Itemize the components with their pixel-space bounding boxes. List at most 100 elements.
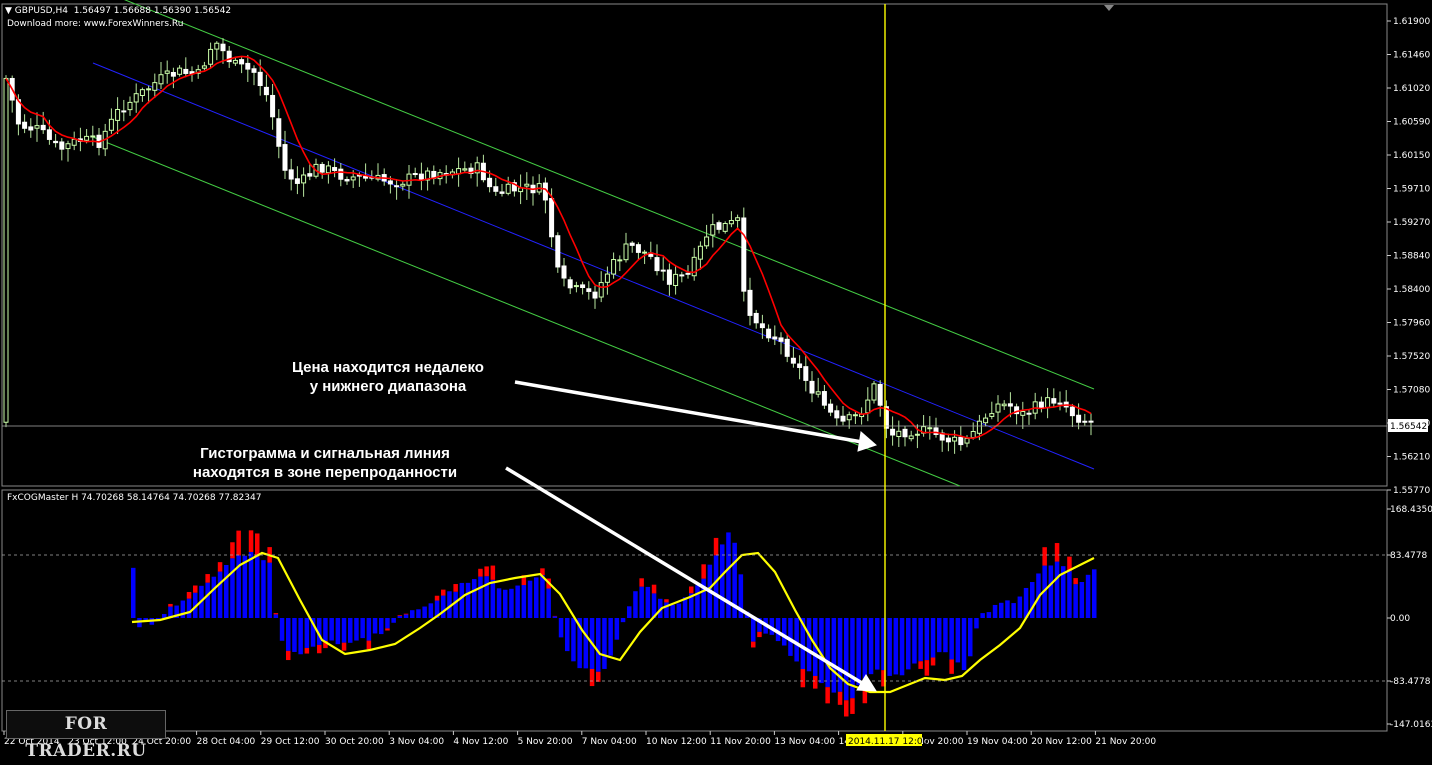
bull-candle bbox=[202, 66, 206, 68]
price-annotation: Цена находится недалеко у нижнего диапаз… bbox=[262, 358, 514, 396]
histogram-bar bbox=[720, 544, 725, 618]
histogram-bar-red bbox=[714, 538, 719, 555]
histogram-bar bbox=[553, 616, 558, 618]
bull-candle bbox=[866, 400, 870, 413]
dropdown-triangle-icon[interactable]: ▼ bbox=[5, 6, 12, 16]
bull-candle bbox=[525, 184, 529, 186]
histogram-bar-red bbox=[801, 669, 806, 687]
price-tick-label: 1.58840 bbox=[1393, 252, 1430, 262]
bear-candle bbox=[295, 179, 299, 184]
bear-candle bbox=[593, 292, 597, 298]
bear-candle bbox=[122, 111, 126, 112]
histogram-bar bbox=[844, 618, 849, 700]
bear-candle bbox=[264, 87, 268, 94]
price-tick-label: 1.57520 bbox=[1393, 352, 1430, 362]
histogram-bar bbox=[596, 618, 601, 672]
ohlc-values: 1.56497 1.56688 1.56390 1.56542 bbox=[74, 6, 231, 16]
bull-candle bbox=[159, 75, 163, 84]
histogram-bar-red bbox=[230, 542, 235, 558]
bear-candle bbox=[221, 44, 225, 50]
histogram-bar-red bbox=[850, 698, 855, 714]
time-tick-label: 10 Nov 12:00 bbox=[646, 737, 707, 747]
histogram-bar bbox=[875, 618, 880, 670]
histogram-bar bbox=[869, 618, 874, 674]
histogram-bar bbox=[460, 583, 465, 618]
bear-candle bbox=[240, 60, 244, 64]
histogram-bar-red bbox=[838, 692, 843, 705]
histogram-bar bbox=[670, 605, 675, 618]
histogram-bar bbox=[249, 552, 254, 618]
bear-candle bbox=[333, 168, 337, 171]
histogram-bar bbox=[292, 618, 297, 652]
bull-candle bbox=[351, 177, 355, 180]
histogram-bar bbox=[714, 555, 719, 618]
indicator-tick-label: 168.4350 bbox=[1390, 505, 1432, 515]
indicator-label: FxCOGMaster H 74.70268 58.14764 74.70268… bbox=[7, 493, 261, 503]
price-tick-label: 1.60150 bbox=[1393, 151, 1430, 161]
bear-candle bbox=[1077, 415, 1081, 422]
histogram-bar bbox=[491, 580, 496, 618]
histogram-bar-red bbox=[689, 587, 694, 594]
bear-candle bbox=[655, 258, 659, 271]
histogram-bar-red bbox=[825, 687, 830, 703]
histogram-bar bbox=[794, 618, 799, 661]
histogram-bar bbox=[391, 618, 396, 623]
bull-candle bbox=[729, 221, 733, 224]
histogram-bar bbox=[429, 603, 434, 618]
bear-candle bbox=[686, 273, 690, 274]
histogram-bar bbox=[484, 576, 489, 618]
histogram-bar bbox=[1086, 575, 1091, 618]
histogram-bar-red bbox=[478, 569, 483, 577]
histogram-bar bbox=[1073, 584, 1078, 618]
bull-candle bbox=[506, 184, 510, 193]
bear-candle bbox=[388, 181, 392, 184]
bull-candle bbox=[990, 414, 994, 417]
chart-canvas[interactable]: 1.619001.614601.610201.605901.601501.597… bbox=[0, 0, 1432, 750]
bear-candle bbox=[587, 289, 591, 292]
bull-candle bbox=[165, 71, 169, 73]
histogram-bar bbox=[639, 587, 644, 618]
bull-candle bbox=[624, 244, 628, 260]
histogram-bar bbox=[379, 618, 384, 634]
price-tick-label: 1.58400 bbox=[1393, 285, 1430, 295]
histogram-bar bbox=[546, 589, 551, 618]
bull-candle bbox=[723, 223, 727, 231]
histogram-bar bbox=[385, 618, 390, 628]
bear-candle bbox=[23, 122, 27, 128]
bull-candle bbox=[302, 175, 306, 183]
bear-candle bbox=[41, 125, 45, 129]
bull-candle bbox=[401, 184, 405, 186]
histogram-bar bbox=[695, 585, 700, 618]
histogram-bar bbox=[1030, 582, 1035, 618]
histogram-bar bbox=[1049, 565, 1054, 618]
histogram-bar-red bbox=[491, 566, 496, 580]
indicator-tick-label: 83.4778 bbox=[1390, 551, 1427, 561]
histogram-bar bbox=[559, 618, 564, 637]
bull-candle bbox=[215, 43, 219, 49]
time-axis: 22 Oct 201423 Oct 12:0024 Oct 20:0028 Oc… bbox=[4, 731, 1156, 747]
histogram-bar bbox=[410, 610, 415, 618]
price-annotation-line2: у нижнего диапазона bbox=[262, 377, 514, 396]
bear-candle bbox=[29, 127, 33, 130]
bear-candle bbox=[184, 69, 188, 73]
bear-candle bbox=[308, 174, 312, 176]
bear-candle bbox=[717, 223, 721, 230]
bear-candle bbox=[252, 69, 256, 73]
time-tick-label: 20 Nov 12:00 bbox=[1031, 737, 1092, 747]
time-tick-label: 7 Nov 04:00 bbox=[582, 737, 637, 747]
bear-candle bbox=[798, 364, 802, 368]
bull-candle bbox=[599, 283, 603, 297]
bear-candle bbox=[773, 337, 777, 339]
time-tick-label: 29 Oct 12:00 bbox=[261, 737, 320, 747]
histogram-bar-red bbox=[664, 599, 669, 602]
histogram-bar-red bbox=[236, 531, 241, 556]
bear-candle bbox=[171, 72, 175, 76]
bull-candle bbox=[463, 169, 467, 170]
histogram-bar-red bbox=[193, 586, 198, 593]
histogram-bar bbox=[373, 618, 378, 633]
price-tick-label: 1.61900 bbox=[1393, 17, 1430, 27]
bull-candle bbox=[698, 246, 702, 259]
price-tick-label: 1.56210 bbox=[1393, 453, 1430, 463]
histogram-bar bbox=[925, 618, 930, 660]
bear-candle bbox=[54, 141, 58, 142]
